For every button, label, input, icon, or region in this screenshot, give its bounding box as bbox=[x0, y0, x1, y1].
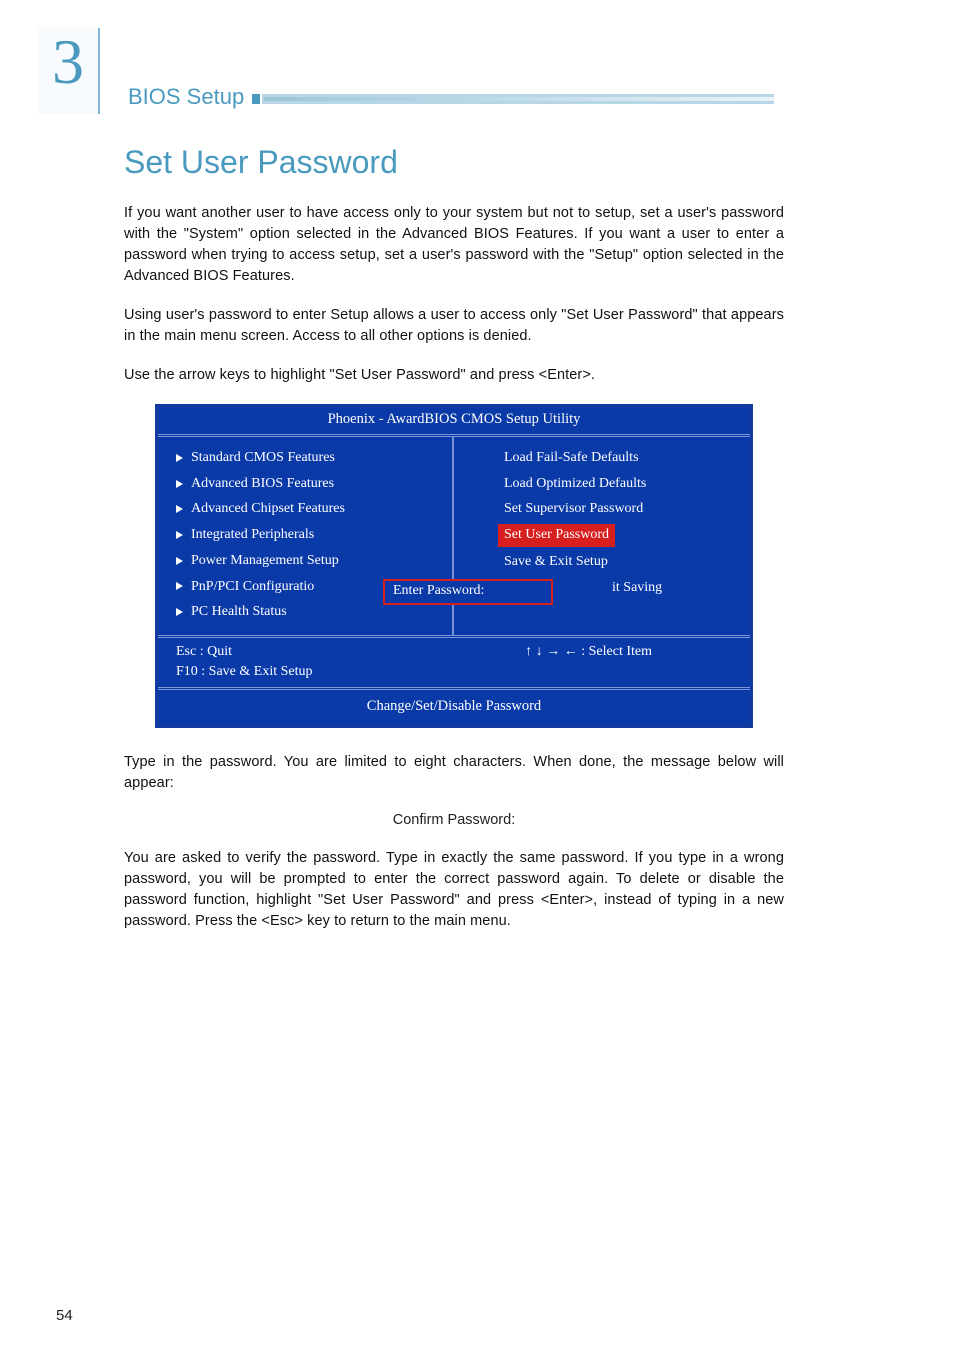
bios-item-label: Standard CMOS Features bbox=[191, 447, 335, 469]
arrow-icon bbox=[176, 480, 183, 488]
bios-item-label: PC Health Status bbox=[191, 601, 287, 623]
bios-title: Phoenix - AwardBIOS CMOS Setup Utility bbox=[158, 407, 750, 434]
header-rule-gradient bbox=[264, 97, 774, 101]
arrow-icon bbox=[176, 557, 183, 565]
bios-menu-item: Save & Exit Setup bbox=[472, 549, 736, 575]
bios-item-label: Integrated Peripherals bbox=[191, 524, 314, 546]
arrow-icon bbox=[176, 454, 183, 462]
page-number: 54 bbox=[56, 1307, 73, 1324]
paragraph: You are asked to verify the password. Ty… bbox=[124, 848, 784, 932]
bios-menu-item: Advanced BIOS Features bbox=[176, 471, 438, 497]
bios-menu-item: Load Optimized Defaults bbox=[472, 471, 736, 497]
bios-right-column: Load Fail-Safe Defaults Load Optimized D… bbox=[454, 437, 750, 635]
paragraph: If you want another user to have access … bbox=[124, 203, 784, 287]
bios-item-label: Set Supervisor Password bbox=[504, 498, 643, 520]
header-rule bbox=[252, 94, 774, 104]
content-column: Set User Password If you want another us… bbox=[0, 114, 954, 932]
paragraph: Type in the password. You are limited to… bbox=[124, 752, 784, 794]
bios-key-arrows: ↑ ↓ → ← : Select Item bbox=[525, 642, 732, 681]
bios-key-f10: F10 : Save & Exit Setup bbox=[176, 662, 313, 682]
header-title: BIOS Setup bbox=[100, 84, 252, 110]
bios-item-label: Advanced BIOS Features bbox=[191, 473, 334, 495]
arrow-icon bbox=[176, 505, 183, 513]
bios-item-label: it Saving bbox=[612, 577, 662, 599]
chapter-header: 3 BIOS Setup bbox=[0, 28, 954, 114]
bios-key-esc: Esc : Quit bbox=[176, 642, 313, 662]
chapter-number-box: 3 bbox=[38, 28, 100, 114]
bios-item-label: Advanced Chipset Features bbox=[191, 498, 345, 520]
header-title-zone: BIOS Setup bbox=[100, 84, 954, 114]
bios-left-column: Standard CMOS Features Advanced BIOS Fea… bbox=[158, 437, 454, 635]
bios-menu-item: Set Supervisor Password bbox=[472, 496, 736, 522]
bios-footer-keys: Esc : Quit F10 : Save & Exit Setup ↑ ↓ →… bbox=[158, 638, 750, 687]
bios-menu-item: Integrated Peripherals bbox=[176, 522, 438, 548]
bios-item-label: Load Fail-Safe Defaults bbox=[504, 447, 639, 469]
bios-menu-item: Power Management Setup bbox=[176, 548, 438, 574]
section-title: Set User Password bbox=[124, 144, 784, 181]
bios-menu-item: Standard CMOS Features bbox=[176, 445, 438, 471]
bios-item-label: PnP/PCI Configuratio bbox=[191, 576, 314, 598]
paragraph: Use the arrow keys to highlight "Set Use… bbox=[124, 365, 784, 386]
bios-item-label: Set User Password bbox=[498, 524, 615, 547]
page: 3 BIOS Setup Set User Password If you wa… bbox=[0, 0, 954, 932]
arrow-icon bbox=[176, 608, 183, 616]
bios-menu-item-selected: Set User Password bbox=[472, 522, 736, 549]
bios-main-area: Standard CMOS Features Advanced BIOS Fea… bbox=[158, 434, 750, 638]
bios-item-label: Load Optimized Defaults bbox=[504, 473, 646, 495]
bios-item-label: Power Management Setup bbox=[191, 550, 339, 572]
enter-password-dialog: Enter Password: bbox=[383, 579, 553, 605]
arrow-icon bbox=[176, 531, 183, 539]
paragraph: Using user's password to enter Setup all… bbox=[124, 305, 784, 347]
bios-item-label: Save & Exit Setup bbox=[504, 551, 608, 573]
dialog-label: Enter Password: bbox=[393, 583, 484, 598]
bios-menu-item: Advanced Chipset Features bbox=[176, 496, 438, 522]
arrow-icon bbox=[176, 582, 183, 590]
chapter-number: 3 bbox=[52, 30, 84, 94]
bios-footer-message: Change/Set/Disable Password bbox=[158, 687, 750, 725]
bios-screenshot: Phoenix - AwardBIOS CMOS Setup Utility S… bbox=[155, 404, 753, 728]
bios-footer-left: Esc : Quit F10 : Save & Exit Setup bbox=[176, 642, 313, 681]
confirm-password-label: Confirm Password: bbox=[124, 812, 784, 828]
bios-menu-item: Load Fail-Safe Defaults bbox=[472, 445, 736, 471]
